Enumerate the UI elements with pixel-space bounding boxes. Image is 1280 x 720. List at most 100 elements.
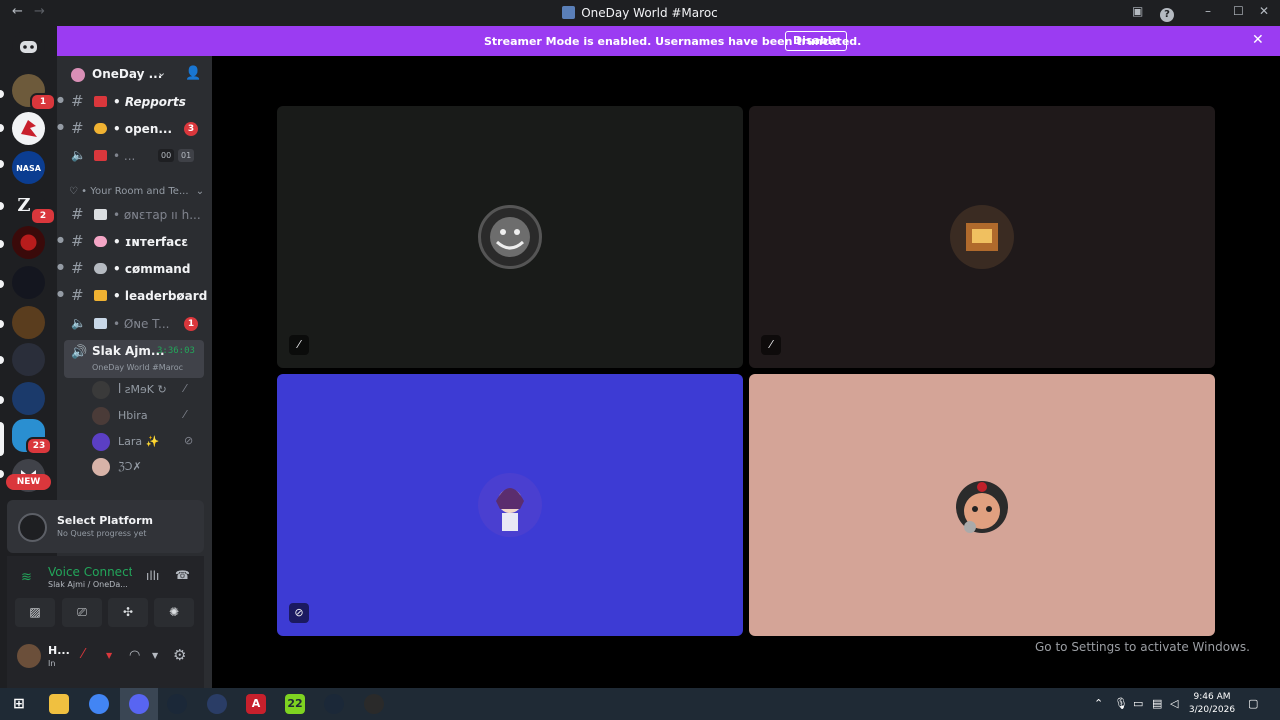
- avatar: [92, 458, 110, 476]
- unread-pill: [0, 240, 4, 248]
- user-name[interactable]: H...: [48, 644, 70, 657]
- server-header[interactable]: OneDay ... ⌄ 👤: [57, 56, 212, 92]
- avatar[interactable]: [17, 644, 41, 668]
- screen-share-button[interactable]: ⎚: [62, 598, 102, 627]
- headphones-icon[interactable]: ◠: [129, 648, 140, 663]
- soundboard-button[interactable]: ✺: [154, 598, 194, 627]
- noise-suppression-icon[interactable]: ıllı: [146, 569, 159, 583]
- chrome-icon[interactable]: [89, 694, 109, 714]
- user-count: 00: [158, 149, 175, 162]
- text-channel-icon: #: [71, 232, 84, 250]
- close-icon[interactable]: ✕: [1259, 4, 1269, 18]
- channel-emoji-icon: [94, 123, 107, 134]
- channel-name: • open...: [113, 122, 173, 136]
- voice-user[interactable]: ꟾ ƨMɘK ↻ ⁄: [92, 379, 212, 401]
- app-icon[interactable]: [364, 694, 384, 714]
- video-off-icon: ⊘: [289, 603, 309, 623]
- window-title: OneDay World #Maroc: [581, 6, 718, 20]
- unread-pill: [0, 280, 4, 288]
- participant-tile[interactable]: ⁄: [749, 106, 1215, 368]
- app-22-icon[interactable]: 22: [285, 694, 305, 714]
- mic-muted-icon: ⁄: [761, 335, 781, 355]
- channel-item[interactable]: 🔈 • ... 00 01: [57, 144, 212, 168]
- server-icon-9[interactable]: [12, 382, 45, 415]
- file-explorer-icon[interactable]: [49, 694, 69, 714]
- notifications-icon[interactable]: ▢: [1248, 697, 1258, 710]
- channel-item[interactable]: ● # • cømmand: [57, 257, 212, 281]
- close-icon[interactable]: ✕: [1252, 32, 1264, 48]
- volume-icon[interactable]: ◁: [1170, 697, 1178, 710]
- server-icon-5[interactable]: [12, 226, 45, 259]
- avatar: [92, 381, 110, 399]
- text-channel-icon: #: [71, 286, 84, 304]
- voice-user-name: Lara ✨: [118, 435, 160, 448]
- inbox-icon[interactable]: ▣: [1132, 4, 1143, 18]
- active-voice-channel[interactable]: 🔊 Slak Ajm... 3:36:03 OneDay World #Maro…: [64, 340, 204, 378]
- minimize-icon[interactable]: –: [1205, 4, 1211, 18]
- system-clock[interactable]: 9:46 AM 3/20/2026: [1188, 691, 1236, 717]
- channel-emoji-icon: [94, 96, 107, 107]
- new-badge: NEW: [6, 474, 51, 490]
- voice-channel-icon: 🔈: [71, 316, 86, 330]
- mention-badge: 1: [184, 317, 198, 331]
- windows-start-icon[interactable]: ⊞: [9, 694, 29, 714]
- server-icon-7[interactable]: [12, 306, 45, 339]
- voice-user[interactable]: ℨƆ✗: [92, 456, 212, 478]
- chevron-down-icon[interactable]: ▼: [106, 651, 112, 660]
- participant-tile[interactable]: [749, 374, 1215, 636]
- voice-status[interactable]: Voice Connected: [48, 565, 132, 579]
- channel-item[interactable]: ● # • Repports: [57, 90, 212, 114]
- discord-taskbar-icon[interactable]: [129, 694, 149, 714]
- server-icon-2[interactable]: [12, 112, 45, 145]
- voice-user[interactable]: Hbira ⁄: [92, 405, 212, 427]
- participant-tile[interactable]: ⁄: [277, 106, 743, 368]
- chevron-up-icon[interactable]: ⌃: [1094, 697, 1103, 710]
- channel-emoji-icon: [94, 318, 107, 329]
- adobe-icon[interactable]: A: [246, 694, 266, 714]
- mic-icon[interactable]: 🎙: [1114, 697, 1128, 710]
- quest-subtitle: No Quest progress yet: [57, 529, 147, 538]
- voice-channel-path[interactable]: Slak Ajmi / OneDa...: [48, 580, 128, 589]
- unread-dot-icon: ●: [57, 95, 64, 104]
- video-off-icon: ⊘: [184, 434, 194, 447]
- disconnect-icon[interactable]: ☎: [175, 568, 190, 582]
- avatar: [92, 433, 110, 451]
- invite-icon[interactable]: 👤: [185, 66, 201, 81]
- channel-name: • ɪɴтerfacɛ: [113, 235, 188, 249]
- participant-tile[interactable]: ⊘: [277, 374, 743, 636]
- channel-item[interactable]: ● # • ɪɴтerfacɛ: [57, 230, 212, 254]
- clock-date: 3/20/2026: [1188, 705, 1236, 715]
- avatar: [478, 473, 542, 537]
- channel-item[interactable]: # • øɴɛтap ıı h...: [57, 203, 212, 227]
- disable-button[interactable]: Disable: [785, 31, 847, 51]
- windows-taskbar: ⊞ A 22 ⌃ 🎙 ▭ ▤ ◁ 9:46 AM 3/20/2026 ▢: [0, 688, 1280, 720]
- server-icon-8[interactable]: [12, 343, 45, 376]
- voice-user[interactable]: Lara ✨ ⊘: [92, 431, 212, 453]
- network-icon[interactable]: ▤: [1152, 697, 1162, 710]
- chevron-down-icon: ⌄: [195, 186, 205, 197]
- category-header[interactable]: ♡ • Your Room and Te... ⌄: [69, 186, 204, 197]
- activities-button[interactable]: ✣: [108, 598, 148, 627]
- nasa-server-icon[interactable]: NASA: [12, 151, 45, 184]
- help-icon[interactable]: ?: [1160, 6, 1174, 22]
- gear-icon[interactable]: ⚙: [173, 646, 186, 664]
- voice-user-name: Hbira: [118, 409, 148, 422]
- steam-icon[interactable]: [167, 694, 187, 714]
- chevron-down-icon[interactable]: ▼: [152, 651, 158, 660]
- mic-muted-icon[interactable]: ⁄: [82, 647, 84, 662]
- activation-watermark: Go to Settings to activate Windows.: [1035, 640, 1250, 654]
- server-icon-6[interactable]: [12, 266, 45, 299]
- discord-home-icon[interactable]: [12, 30, 45, 63]
- channel-item[interactable]: ● # • open... 3: [57, 117, 212, 141]
- camera-off-button[interactable]: ▨: [15, 598, 55, 627]
- unread-dot-icon: ●: [57, 235, 64, 244]
- app-icon[interactable]: [207, 694, 227, 714]
- channel-item[interactable]: ● # • leaderbøard: [57, 284, 212, 308]
- avatar: [478, 205, 542, 269]
- quest-card[interactable]: Select Platform No Quest progress yet: [7, 500, 204, 553]
- steam-icon[interactable]: [324, 694, 344, 714]
- mention-badge: 1: [30, 93, 56, 111]
- channel-item[interactable]: 🔈 • Øɴe T... 1: [57, 312, 212, 336]
- maximize-icon[interactable]: ☐: [1233, 4, 1244, 18]
- battery-icon[interactable]: ▭: [1133, 697, 1143, 710]
